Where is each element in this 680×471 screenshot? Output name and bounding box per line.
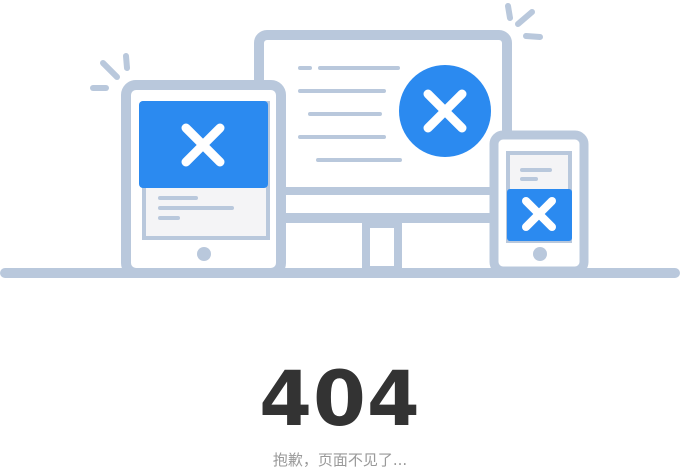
alert-sparks-icon bbox=[90, 53, 130, 91]
error-message: 抱歉，页面不见了... bbox=[272, 451, 408, 469]
monitor-icon bbox=[254, 30, 512, 274]
tablet-icon bbox=[121, 80, 286, 278]
alert-sparks-icon bbox=[505, 3, 543, 40]
error-code: 404 bbox=[259, 354, 421, 443]
broken-devices-illustration bbox=[0, 3, 680, 278]
close-icon bbox=[399, 65, 491, 157]
phone-icon bbox=[489, 130, 589, 276]
